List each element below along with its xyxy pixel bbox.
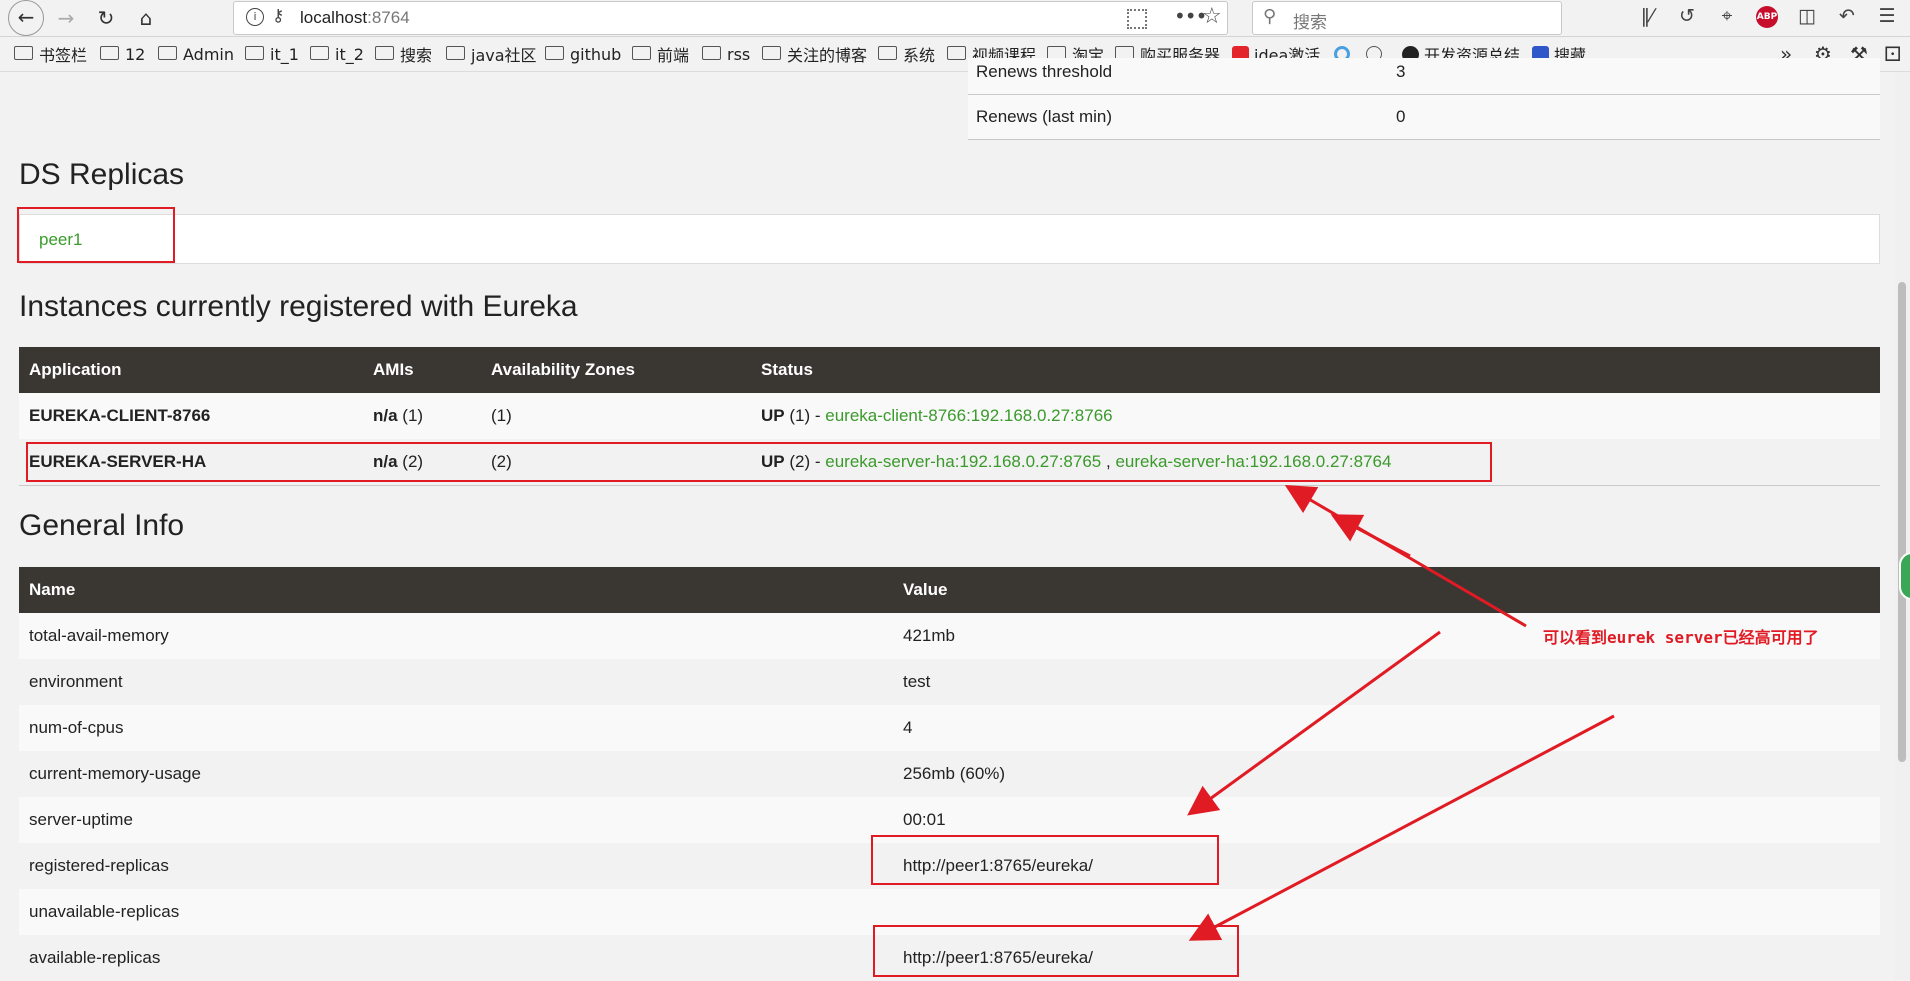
annotation-arrows	[1187, 484, 1615, 941]
arrow-to-registered	[1187, 630, 1441, 816]
scrollbar[interactable]	[1894, 72, 1910, 980]
arrow-to-instances-2	[1330, 514, 1411, 558]
scrollbar-thumb[interactable]	[1898, 282, 1906, 762]
side-widget-icon[interactable]	[1899, 552, 1910, 600]
arrow-to-instances	[1284, 484, 1527, 628]
arrow-to-available	[1188, 714, 1615, 941]
